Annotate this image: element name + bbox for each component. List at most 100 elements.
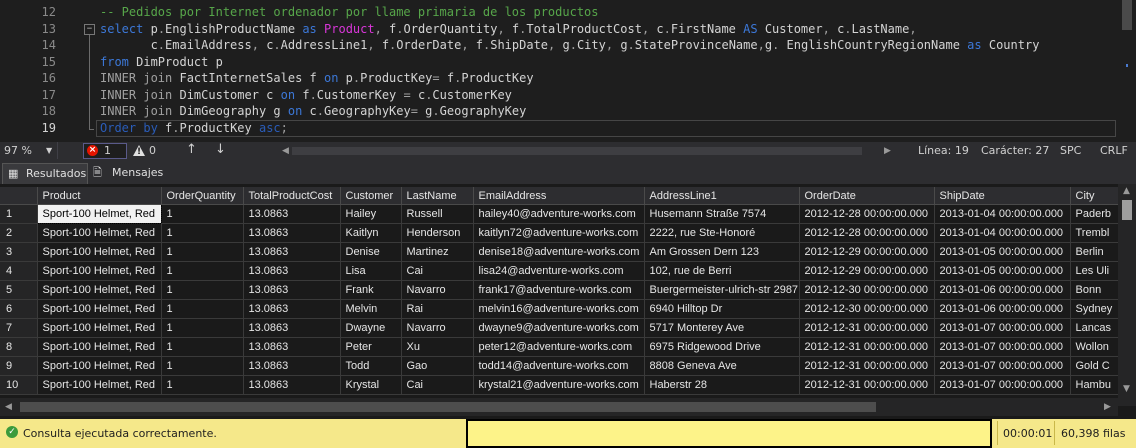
table-cell[interactable]: 102, rue de Berri xyxy=(644,261,800,281)
table-cell[interactable]: Buergermeister-ulrich-str 2987 xyxy=(644,280,800,300)
error-count-button[interactable]: × 1 xyxy=(83,143,127,159)
table-cell[interactable]: 1 xyxy=(161,337,244,357)
column-header[interactable]: Customer xyxy=(340,187,402,205)
table-cell[interactable]: Russell xyxy=(401,204,474,224)
table-cell[interactable]: Berlin xyxy=(1070,242,1119,262)
table-cell[interactable]: 13.0863 xyxy=(243,242,341,262)
table-cell[interactable]: 1 xyxy=(161,375,244,395)
table-cell[interactable]: Peter xyxy=(340,337,402,357)
table-cell[interactable]: Paderb xyxy=(1070,204,1119,224)
table-cell[interactable]: Bonn xyxy=(1070,280,1119,300)
table-cell[interactable]: 2012-12-28 00:00:00.000 xyxy=(799,204,935,224)
table-cell[interactable]: 2013-01-05 00:00:00.000 xyxy=(934,261,1071,281)
editor-hscroll-thumb[interactable] xyxy=(292,147,862,155)
code-line[interactable]: INNER join DimCustomer c on f.CustomerKe… xyxy=(100,87,512,104)
row-number[interactable]: 4 xyxy=(0,261,38,281)
table-cell[interactable]: Sport-100 Helmet, Red xyxy=(37,242,162,262)
table-cell[interactable]: 6940 Hilltop Dr xyxy=(644,299,800,319)
row-number[interactable]: 6 xyxy=(0,299,38,319)
table-cell[interactable]: melvin16@adventure-works.com xyxy=(473,299,645,319)
code-line[interactable]: from DimProduct p xyxy=(100,54,223,71)
table-cell[interactable]: Lisa xyxy=(340,261,402,281)
row-number[interactable]: 7 xyxy=(0,318,38,338)
table-cell[interactable]: Wollon xyxy=(1070,337,1119,357)
column-header[interactable]: OrderQuantity xyxy=(161,187,244,205)
table-cell[interactable]: 2012-12-29 00:00:00.000 xyxy=(799,261,935,281)
table-cell[interactable]: 1 xyxy=(161,280,244,300)
scroll-left-icon[interactable]: ◀ xyxy=(5,402,12,412)
table-cell[interactable]: 1 xyxy=(161,242,244,262)
table-cell[interactable]: 1 xyxy=(161,204,244,224)
table-cell[interactable]: Denise xyxy=(340,242,402,262)
row-number[interactable]: 10 xyxy=(0,375,38,395)
row-number[interactable]: 9 xyxy=(0,356,38,376)
table-cell[interactable]: 5717 Monterey Ave xyxy=(644,318,800,338)
table-cell[interactable]: 8808 Geneva Ave xyxy=(644,356,800,376)
code-line[interactable]: -- Pedidos por Internet ordenador por ll… xyxy=(100,4,599,21)
table-cell[interactable]: 2013-01-04 00:00:00.000 xyxy=(934,223,1071,243)
table-cell[interactable]: 2013-01-07 00:00:00.000 xyxy=(934,337,1071,357)
table-cell[interactable]: 2012-12-31 00:00:00.000 xyxy=(799,318,935,338)
table-cell[interactable]: Sport-100 Helmet, Red xyxy=(37,223,162,243)
table-cell[interactable]: 2013-01-05 00:00:00.000 xyxy=(934,242,1071,262)
grid-vscroll-thumb[interactable] xyxy=(1122,200,1132,220)
table-cell[interactable]: Sport-100 Helmet, Red xyxy=(37,280,162,300)
table-cell[interactable]: dwayne9@adventure-works.com xyxy=(473,318,645,338)
table-cell[interactable]: hailey40@adventure-works.com xyxy=(473,204,645,224)
grid-hscroll-thumb[interactable] xyxy=(20,402,876,412)
grid-horizontal-scrollbar[interactable]: ◀ ▶ xyxy=(0,398,1118,416)
editor-scroll-thumb[interactable] xyxy=(1122,0,1132,30)
table-cell[interactable]: Hambu xyxy=(1070,375,1119,395)
arrow-down-icon[interactable]: ↓ xyxy=(215,142,226,157)
row-number[interactable]: 1 xyxy=(0,204,38,224)
table-cell[interactable]: 13.0863 xyxy=(243,375,341,395)
column-header[interactable]: OrderDate xyxy=(799,187,935,205)
table-cell[interactable]: Husemann Straße 7574 xyxy=(644,204,800,224)
editor-horizontal-scrollbar[interactable]: ◀ ▶ xyxy=(282,146,892,156)
table-row[interactable]: 5 Sport-100 Helmet, Red 1 13.0863 Frank Navar… xyxy=(0,280,1119,300)
table-cell[interactable]: kaitlyn72@adventure-works.com xyxy=(473,223,645,243)
table-cell[interactable]: 13.0863 xyxy=(243,337,341,357)
table-cell[interactable]: frank17@adventure-works.com xyxy=(473,280,645,300)
table-cell[interactable]: Sport-100 Helmet, Red xyxy=(37,356,162,376)
table-cell[interactable]: 13.0863 xyxy=(243,223,341,243)
table-cell[interactable]: Trembl xyxy=(1070,223,1119,243)
tab-results[interactable]: ▦ Resultados xyxy=(2,163,88,185)
row-number[interactable]: 3 xyxy=(0,242,38,262)
tab-messages[interactable]: 🗎 Mensajes xyxy=(90,163,166,184)
table-row[interactable]: 1 Sport-100 Helmet, Red 1 13.0863 Hailey Russ… xyxy=(0,204,1119,224)
table-cell[interactable]: 1 xyxy=(161,261,244,281)
table-cell[interactable]: Gold C xyxy=(1070,356,1119,376)
table-cell[interactable]: 13.0863 xyxy=(243,356,341,376)
table-cell[interactable]: Xu xyxy=(401,337,474,357)
table-cell[interactable]: 13.0863 xyxy=(243,318,341,338)
column-header[interactable]: AddressLine1 xyxy=(644,187,800,205)
table-cell[interactable]: krystal21@adventure-works.com xyxy=(473,375,645,395)
table-cell[interactable]: 2013-01-07 00:00:00.000 xyxy=(934,375,1071,395)
table-cell[interactable]: Cai xyxy=(401,261,474,281)
table-cell[interactable]: Sport-100 Helmet, Red xyxy=(37,299,162,319)
table-cell[interactable]: Am Grossen Dern 123 xyxy=(644,242,800,262)
table-row[interactable]: 8 Sport-100 Helmet, Red 1 13.0863 Peter Xu pet… xyxy=(0,337,1119,357)
scroll-right-icon[interactable]: ▶ xyxy=(1104,402,1111,412)
table-cell[interactable]: 2013-01-04 00:00:00.000 xyxy=(934,204,1071,224)
table-cell[interactable]: Kaitlyn xyxy=(340,223,402,243)
table-cell[interactable]: Dwayne xyxy=(340,318,402,338)
table-cell[interactable]: 13.0863 xyxy=(243,299,341,319)
scroll-left-icon[interactable]: ◀ xyxy=(282,146,289,156)
table-row[interactable]: 7 Sport-100 Helmet, Red 1 13.0863 Dwayne Nava… xyxy=(0,318,1119,338)
results-table[interactable]: Product OrderQuantity TotalProductCost Cust… xyxy=(0,187,1119,395)
grid-vertical-scrollbar[interactable]: ▲ ▼ xyxy=(1118,184,1136,406)
table-cell[interactable]: lisa24@adventure-works.com xyxy=(473,261,645,281)
table-cell[interactable]: 1 xyxy=(161,356,244,376)
table-cell[interactable]: Sydney xyxy=(1070,299,1119,319)
table-cell[interactable]: Haberstr 28 xyxy=(644,375,800,395)
table-cell[interactable]: 2012-12-31 00:00:00.000 xyxy=(799,375,935,395)
table-cell[interactable]: 2013-01-07 00:00:00.000 xyxy=(934,318,1071,338)
table-cell[interactable]: Sport-100 Helmet, Red xyxy=(37,375,162,395)
table-cell[interactable]: 2013-01-07 00:00:00.000 xyxy=(934,356,1071,376)
arrow-up-icon[interactable]: ↑ xyxy=(186,142,197,157)
table-cell[interactable]: Navarro xyxy=(401,318,474,338)
table-cell[interactable]: Les Uli xyxy=(1070,261,1119,281)
table-cell[interactable]: denise18@adventure-works.com xyxy=(473,242,645,262)
